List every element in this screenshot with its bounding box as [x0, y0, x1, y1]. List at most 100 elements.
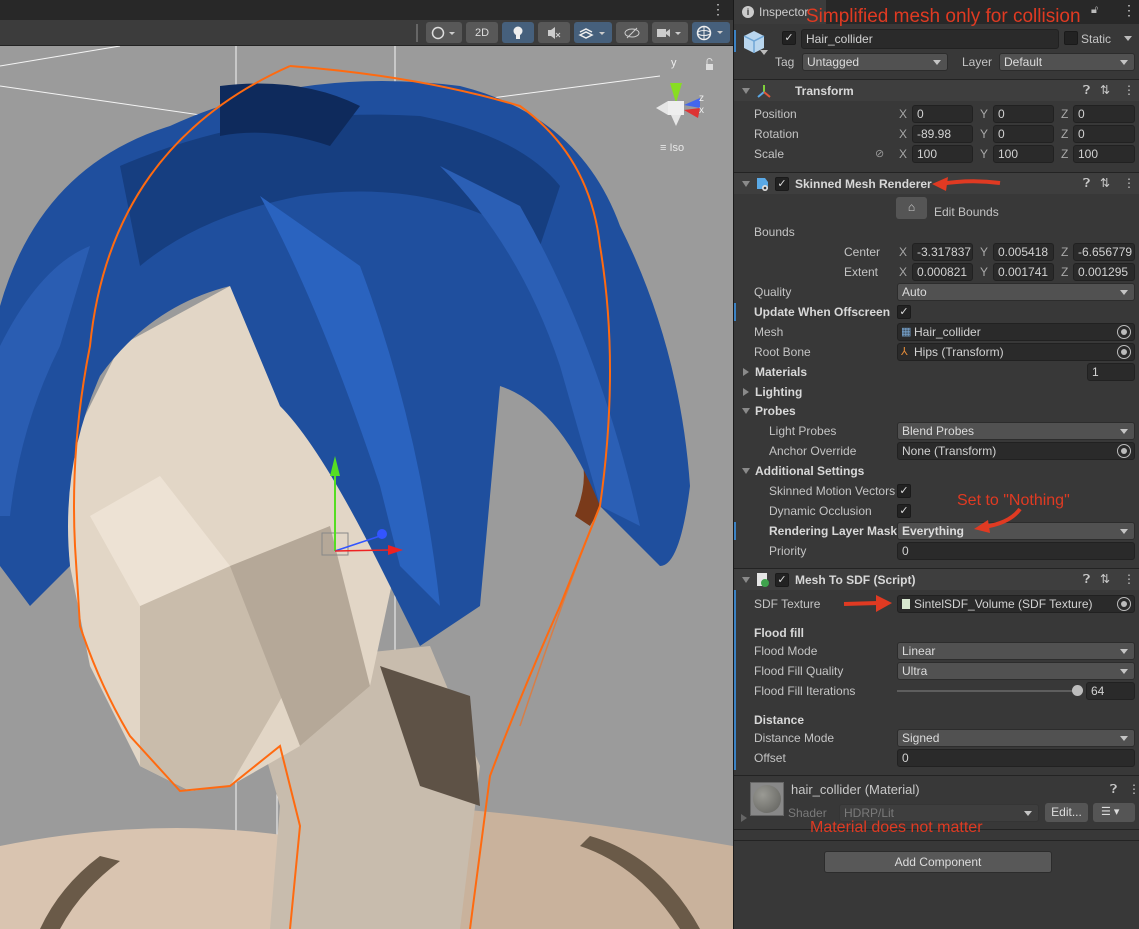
update-offscreen-checkbox[interactable]: ✓ — [897, 305, 911, 319]
shader-options-dropdown[interactable]: ☰ ▾ — [1093, 803, 1135, 822]
extent-z-input[interactable]: 0.001295 — [1073, 263, 1135, 281]
audio-toggle-button[interactable] — [538, 22, 570, 43]
presets-icon[interactable]: ⇅ — [1100, 83, 1110, 97]
position-y-input[interactable]: 0 — [993, 105, 1054, 123]
scale-y-input[interactable]: 100 — [993, 145, 1054, 163]
priority-input[interactable]: 0 — [897, 542, 1135, 560]
expand-icon[interactable] — [741, 814, 747, 822]
distance-mode-label: Distance Mode — [754, 731, 835, 745]
scale-x-input[interactable]: 100 — [912, 145, 973, 163]
more-options-icon[interactable]: ⋮ — [1122, 2, 1136, 19]
more-options-icon[interactable]: ⋮ — [1123, 176, 1135, 190]
probes-foldout[interactable]: Probes — [755, 404, 796, 418]
tag-dropdown[interactable]: Untagged — [802, 53, 948, 71]
additional-settings-foldout[interactable]: Additional Settings — [755, 464, 864, 478]
flood-mode-dropdown[interactable]: Linear — [897, 642, 1135, 660]
center-z-input[interactable]: -6.656779 — [1073, 243, 1135, 261]
scale-z-input[interactable]: 100 — [1073, 145, 1135, 163]
more-options-icon[interactable]: ⋮ — [1123, 572, 1135, 586]
materials-foldout[interactable]: Materials — [755, 365, 807, 379]
focus-indicator — [734, 522, 736, 540]
rotation-z-input[interactable]: 0 — [1073, 125, 1135, 143]
position-z-input[interactable]: 0 — [1073, 105, 1135, 123]
more-options-icon[interactable]: ⋮ — [711, 1, 725, 18]
projection-toggle[interactable]: ≡ Iso — [660, 142, 684, 154]
scene-visibility-button[interactable] — [616, 22, 648, 43]
expand-icon[interactable] — [743, 368, 749, 376]
center-y-input[interactable]: 0.005418 — [993, 243, 1054, 261]
object-name-input[interactable]: Hair_collider — [801, 29, 1059, 49]
more-options-icon[interactable]: ⋮ — [1123, 83, 1135, 97]
distance-mode-dropdown[interactable]: Signed — [897, 729, 1135, 747]
icon-dropdown-arrow[interactable] — [760, 50, 768, 55]
shading-mode-dropdown[interactable] — [426, 22, 462, 43]
lighting-foldout[interactable]: Lighting — [755, 385, 802, 399]
scene-viewport[interactable]: y z x — [0, 46, 733, 929]
object-picker-icon[interactable] — [1117, 325, 1131, 339]
more-options-icon[interactable]: ⋮ — [1128, 782, 1139, 796]
divider — [734, 840, 1139, 841]
active-checkbox[interactable]: ✓ — [782, 31, 796, 45]
collapse-icon[interactable] — [742, 408, 750, 414]
materials-size-input[interactable]: 1 — [1087, 363, 1135, 381]
collapse-icon[interactable] — [742, 468, 750, 474]
object-picker-icon[interactable] — [1117, 345, 1131, 359]
2d-toggle-button[interactable]: 2D — [466, 22, 498, 43]
effects-dropdown[interactable] — [574, 22, 612, 43]
offset-input[interactable]: 0 — [897, 749, 1135, 767]
root-bone-object-field[interactable]: ⅄ Hips (Transform) — [897, 343, 1135, 361]
object-picker-icon[interactable] — [1117, 444, 1131, 458]
sdf-texture-object-field[interactable]: SintelSDF_Volume (SDF Texture) — [897, 595, 1135, 613]
gizmo-y-label: y — [671, 57, 677, 69]
edit-shader-button[interactable]: Edit... — [1045, 803, 1088, 822]
extent-y-input[interactable]: 0.001741 — [993, 263, 1054, 281]
edit-bounds-button[interactable]: ⌂ — [896, 197, 927, 219]
distance-section-label: Distance — [754, 713, 805, 727]
help-icon[interactable]: ❓︎ — [1083, 176, 1090, 191]
extent-x-input[interactable]: 0.000821 — [912, 263, 973, 281]
flood-iterations-slider-track[interactable] — [897, 690, 1077, 692]
presets-icon[interactable]: ⇅ — [1100, 176, 1110, 190]
light-probes-dropdown[interactable]: Blend Probes — [897, 422, 1135, 440]
lighting-toggle-button[interactable] — [502, 22, 534, 43]
collapse-icon[interactable] — [742, 181, 750, 187]
flood-quality-dropdown[interactable]: Ultra — [897, 662, 1135, 680]
object-picker-icon[interactable] — [1117, 597, 1131, 611]
camera-dropdown[interactable] — [652, 22, 688, 43]
material-preview[interactable] — [750, 782, 784, 816]
anchor-override-object-field[interactable]: None (Transform) — [897, 442, 1135, 460]
divider — [734, 775, 1139, 776]
constrain-proportions-icon[interactable]: ⊘ — [875, 147, 884, 160]
light-probes-label: Light Probes — [769, 424, 837, 438]
mesh-to-sdf-header[interactable]: ✓ Mesh To SDF (Script) ❓︎ ⇅ ⋮ — [734, 568, 1139, 590]
help-icon[interactable]: ❓︎ — [1083, 83, 1090, 98]
expand-icon[interactable] — [743, 388, 749, 396]
center-x-input[interactable]: -3.317837 — [912, 243, 973, 261]
static-dropdown-arrow[interactable] — [1124, 36, 1132, 41]
flood-iterations-slider-thumb[interactable] — [1072, 685, 1083, 696]
collapse-icon[interactable] — [742, 88, 750, 94]
transform-header[interactable]: Transform ❓︎ ⇅ ⋮ — [734, 79, 1139, 101]
mesh-object-field[interactable]: ▦ Hair_collider — [897, 323, 1135, 341]
enabled-checkbox[interactable]: ✓ — [775, 573, 789, 587]
quality-dropdown[interactable]: Auto — [897, 283, 1135, 301]
rotation-y-input[interactable]: 0 — [993, 125, 1054, 143]
help-icon[interactable]: ❓︎ — [1083, 572, 1090, 587]
dynamic-occlusion-checkbox[interactable]: ✓ — [897, 504, 911, 518]
scene-view[interactable]: ⋮ 2D y z x ≡ Iso — [0, 0, 733, 929]
flood-iterations-input[interactable]: 64 — [1086, 682, 1135, 700]
add-component-button[interactable]: Add Component — [824, 851, 1052, 873]
eye-slash-icon — [624, 27, 640, 38]
position-x-input[interactable]: 0 — [912, 105, 973, 123]
help-icon[interactable]: ❓︎ — [1110, 782, 1117, 797]
lock-icon[interactable]: 🔓︎ — [1091, 4, 1098, 17]
enabled-checkbox[interactable]: ✓ — [775, 177, 789, 191]
static-checkbox[interactable] — [1064, 31, 1078, 45]
collapse-icon[interactable] — [742, 577, 750, 583]
layer-dropdown[interactable]: Default — [999, 53, 1135, 71]
tag-label: Tag — [775, 55, 795, 69]
skinned-motion-checkbox[interactable]: ✓ — [897, 484, 911, 498]
gizmos-dropdown[interactable] — [692, 22, 730, 43]
rotation-x-input[interactable]: -89.98 — [912, 125, 973, 143]
presets-icon[interactable]: ⇅ — [1100, 572, 1110, 586]
